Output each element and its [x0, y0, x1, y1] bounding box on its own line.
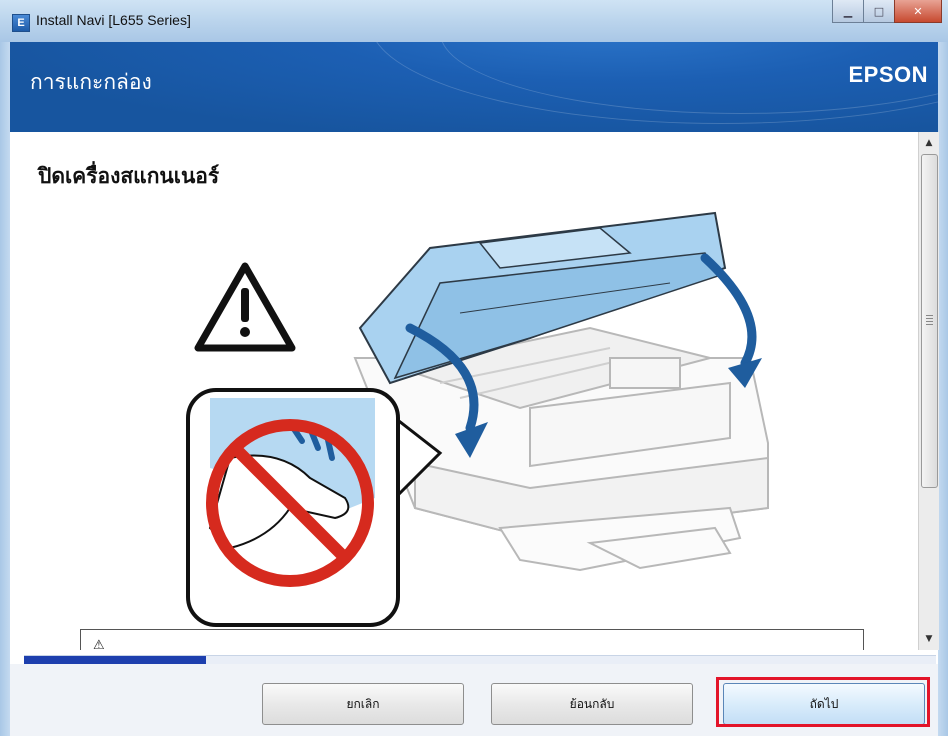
- content-pane: ปิดเครื่องสแกนเนอร์ ⚠: [10, 132, 918, 650]
- close-button[interactable]: ✕: [894, 0, 942, 23]
- warning-icon: [194, 262, 296, 352]
- page-title: การแกะกล่อง: [30, 70, 152, 94]
- grip-icon: [926, 315, 933, 325]
- scroll-up-arrow-icon[interactable]: ▲: [919, 134, 939, 152]
- page-header: การแกะกล่อง EPSON: [10, 42, 938, 132]
- vertical-scrollbar[interactable]: ▲ ▼: [918, 132, 939, 650]
- scrollbar-thumb[interactable]: [921, 154, 938, 488]
- cancel-button[interactable]: ยกเลิก: [262, 683, 464, 725]
- progress-bar-fill: [24, 656, 207, 664]
- maximize-button[interactable]: □: [863, 0, 895, 23]
- window-border-left: [0, 42, 10, 736]
- caution-warning-icon: ⚠: [93, 638, 105, 650]
- window-border-right: [938, 42, 948, 736]
- caution-box: ⚠: [80, 629, 864, 650]
- scanner-illustration: [186, 211, 769, 627]
- window-titlebar: E Install Navi [L655 Series] ▁ □ ✕: [0, 0, 948, 42]
- no-hand-prohibition-icon: [186, 388, 443, 627]
- next-button-highlight: [716, 677, 930, 727]
- back-button[interactable]: ย้อนกลับ: [491, 683, 693, 725]
- epson-logo: EPSON: [848, 62, 928, 87]
- app-icon: E: [12, 14, 30, 32]
- window-title: Install Navi [L655 Series]: [36, 12, 191, 28]
- window-controls: ▁ □ ✕: [832, 0, 942, 26]
- progress-bar: [24, 655, 936, 664]
- step-heading: ปิดเครื่องสแกนเนอร์: [38, 164, 220, 188]
- minimize-button[interactable]: ▁: [832, 0, 864, 23]
- scroll-down-arrow-icon[interactable]: ▼: [919, 630, 939, 648]
